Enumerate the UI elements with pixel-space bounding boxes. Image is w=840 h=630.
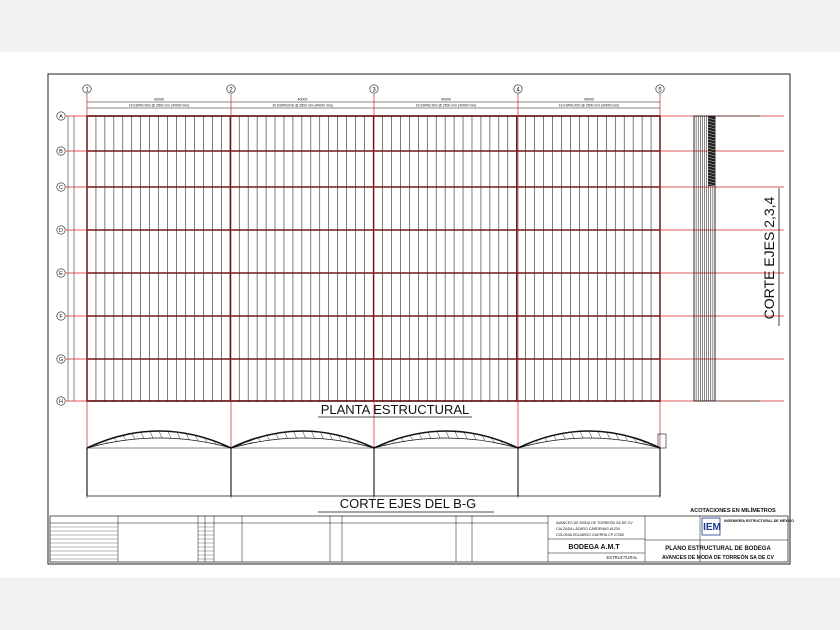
company-logo-letters: IEM: [703, 522, 721, 533]
spacing-note-label: 16 ESPACIOS @ 2500 mm (40000 mm): [272, 104, 332, 108]
units-note: ACOTACIONES EN MILÍMETROS: [690, 506, 776, 514]
spacing-note-label: 16 ESPACIOS @ 2500 mm (40000 mm): [559, 104, 619, 108]
row-axis-label: E: [59, 271, 63, 277]
project-name: BODEGA A.M.T: [568, 544, 620, 551]
client-line-1: AVANCES DE MODA DE TORREÓN SA DE CV: [556, 520, 633, 525]
row-axis-label: A: [59, 114, 63, 120]
bay-dimension-label: 40000: [584, 98, 594, 102]
sheet-type: ESTRUCTURAL: [607, 555, 639, 560]
row-axis-label: B: [59, 149, 63, 155]
row-axis-label: H: [59, 399, 63, 405]
row-axis-label: G: [59, 357, 63, 363]
client-line-2: CALZADA LÁZARO CÁRDENAS #1234: [556, 527, 620, 531]
bay-dimension-label: 40000: [298, 98, 308, 102]
plan-name: PLANO ESTRUCTURAL DE BODEGA: [665, 546, 771, 552]
company-name: INGENIERÍA ESTRUCTURAL DE MÉXICO: [724, 518, 794, 523]
row-axis-label: D: [59, 228, 63, 234]
client-line-3: COLONIA EDUARDO GUERRA CP 27280: [556, 533, 624, 537]
structural-drawing-sheet: 40000 16 ESPACIOS @ 2500 mm (40000 mm) 400…: [38, 58, 802, 570]
side-section-title: CORTE EJES 2,3,4: [761, 196, 777, 319]
row-axis-label: C: [59, 185, 63, 191]
sheet-background: [38, 58, 802, 570]
plan-client: AVANCES DE MODA DE TORREÓN SA DE CV: [662, 553, 775, 561]
section-title: CORTE EJES DEL B-G: [340, 496, 477, 511]
bay-dimension-label: 40000: [441, 98, 451, 102]
spacing-note-label: 16 ESPACIOS @ 2500 mm (40000 mm): [416, 104, 476, 108]
plan-title: PLANTA ESTRUCTURAL: [321, 402, 470, 417]
bay-dimension-label: 40000: [154, 98, 164, 102]
spacing-note-label: 16 ESPACIOS @ 2500 mm (40000 mm): [129, 104, 189, 108]
